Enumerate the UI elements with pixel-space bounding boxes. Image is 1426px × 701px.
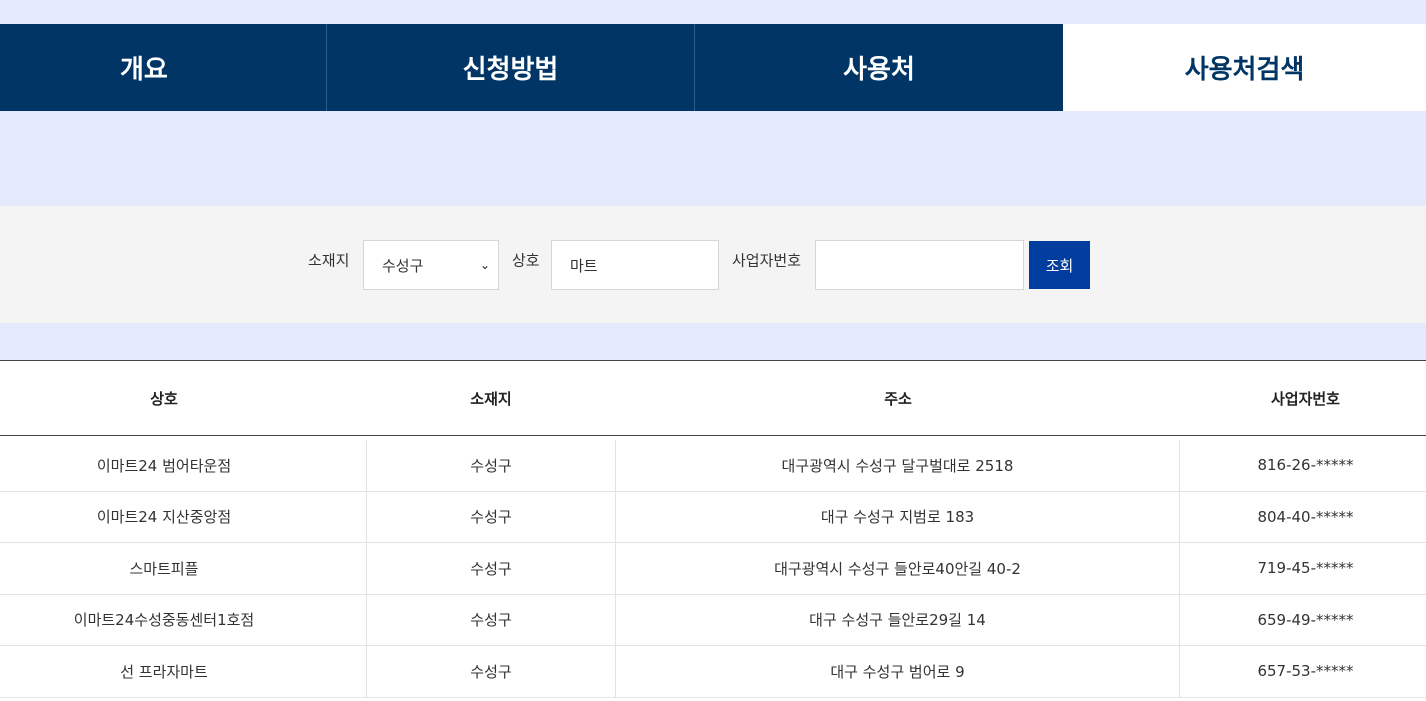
tab-merchant-search[interactable]: 사용처검색 — [1063, 24, 1426, 111]
cell-address: 대구광역시 수성구 들안로40안길 40-2 — [616, 543, 1180, 594]
location-label: 소재지 — [308, 251, 350, 270]
cell-name: 스마트피플 — [129, 559, 199, 578]
column-header-address: 주소 — [884, 390, 912, 408]
cell-name: 이마트24수성중동센터1호점 — [73, 611, 255, 630]
column-header-name: 상호 — [150, 390, 178, 408]
column-header-location: 소재지 — [470, 390, 512, 408]
cell-location: 수성구 — [366, 491, 616, 542]
tab-how-to-apply[interactable]: 신청방법 — [327, 24, 695, 111]
tab-bar: 개요 신청방법 사용처 사용처검색 — [0, 24, 1426, 111]
cell-address: 대구광역시 수성구 달구벌대로 2518 — [616, 440, 1180, 491]
cell-business-number: 659-49-***** — [1257, 610, 1354, 629]
cell-name: 선 프라자마트 — [120, 662, 208, 681]
cell-business-number: 816-26-***** — [1257, 456, 1354, 475]
table-row[interactable]: 이마트24수성중동센터1호점 수성구 대구 수성구 들안로29길 14 659-… — [0, 594, 1426, 646]
cell-business-number: 719-45-***** — [1257, 559, 1354, 578]
business-number-label: 사업자번호 — [732, 251, 802, 270]
business-name-value: 마트 — [570, 256, 598, 275]
column-header-business-number: 사업자번호 — [1270, 390, 1340, 408]
table-body: 이마트24 범어타운점 수성구 대구광역시 수성구 달구벌대로 2518 816… — [0, 440, 1426, 698]
table-row[interactable]: 선 프라자마트 수성구 대구 수성구 범어로 9 657-53-***** — [0, 646, 1426, 698]
cell-address: 대구 수성구 범어로 9 — [616, 646, 1180, 697]
cell-business-number: 804-40-***** — [1257, 507, 1354, 526]
table-row[interactable]: 스마트피플 수성구 대구광역시 수성구 들안로40안길 40-2 719-45-… — [0, 543, 1426, 595]
location-select-value: 수성구 — [382, 256, 424, 275]
cell-address: 대구 수성구 들안로29길 14 — [616, 594, 1180, 645]
cell-location: 수성구 — [366, 646, 616, 697]
table-row[interactable]: 이마트24 범어타운점 수성구 대구광역시 수성구 달구벌대로 2518 816… — [0, 440, 1426, 492]
search-button[interactable]: 조회 — [1029, 241, 1090, 289]
results-table: 상호 소재지 주소 사업자번호 이마트24 범어타운점 수성구 대구광역시 수성… — [0, 360, 1426, 701]
location-select[interactable]: 수성구 ⌄ — [363, 240, 499, 290]
search-form: 소재지 수성구 ⌄ 상호 마트 사업자번호 조회 — [0, 206, 1426, 323]
business-name-input[interactable]: 마트 — [551, 240, 719, 290]
cell-address: 대구 수성구 지범로 183 — [616, 491, 1180, 542]
table-header: 상호 소재지 주소 사업자번호 — [0, 361, 1426, 436]
cell-business-number: 657-53-***** — [1257, 662, 1354, 681]
cell-location: 수성구 — [366, 440, 616, 491]
table-row[interactable]: 이마트24 지산중앙점 수성구 대구 수성구 지범로 183 804-40-**… — [0, 491, 1426, 543]
tab-merchants[interactable]: 사용처 — [695, 24, 1063, 111]
cell-location: 수성구 — [366, 543, 616, 594]
cell-name: 이마트24 지산중앙점 — [96, 508, 232, 527]
cell-name: 이마트24 범어타운점 — [96, 456, 232, 475]
business-name-label: 상호 — [512, 251, 540, 270]
tab-overview[interactable]: 개요 — [0, 24, 327, 111]
business-number-input[interactable] — [815, 240, 1024, 290]
cell-location: 수성구 — [366, 594, 616, 645]
chevron-down-icon: ⌄ — [479, 258, 490, 272]
